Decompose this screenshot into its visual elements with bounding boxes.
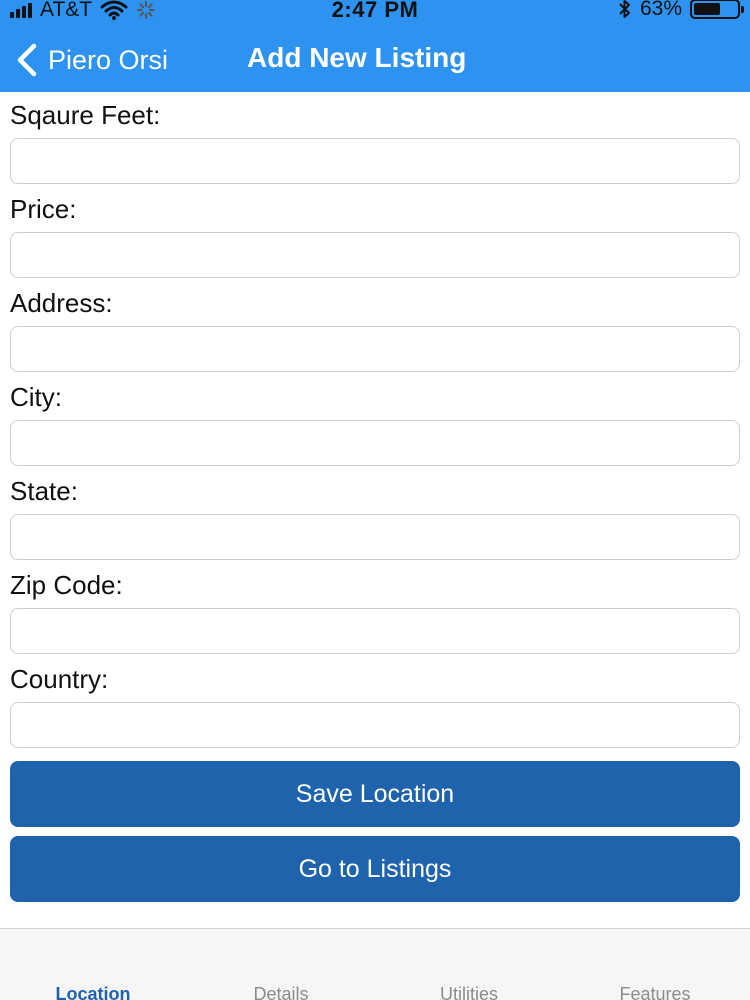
go-to-listings-button[interactable]: Go to Listings (10, 836, 740, 902)
bluetooth-icon (619, 0, 630, 18)
zip-code-label: Zip Code: (10, 570, 123, 600)
field-city: City: (10, 382, 740, 466)
battery-fill (694, 3, 720, 15)
address-input[interactable] (10, 326, 740, 372)
country-input[interactable] (10, 702, 740, 748)
status-bar: AT&T 2:47 PM 63% (0, 0, 750, 24)
zip-code-input[interactable] (10, 608, 740, 654)
status-right: 63% (618, 0, 744, 21)
field-square-feet: Sqaure Feet: (10, 100, 740, 184)
battery-percent: 63% (639, 0, 682, 20)
state-input[interactable] (10, 514, 740, 560)
header: AT&T 2:47 PM 63% Piero Orsi Add New List… (0, 0, 750, 92)
field-state: State: (10, 476, 740, 560)
chevron-left-icon (17, 43, 37, 77)
save-location-button[interactable]: Save Location (10, 761, 740, 827)
tab-details[interactable]: Details (201, 984, 361, 1000)
field-country: Country: (10, 664, 740, 748)
page-title: Add New Listing (247, 42, 467, 73)
state-label: State: (10, 476, 78, 506)
field-zip-code: Zip Code: (10, 570, 740, 654)
tab-location[interactable]: Location (13, 984, 173, 1000)
city-label: City: (10, 382, 62, 412)
square-feet-label: Sqaure Feet: (10, 100, 161, 130)
field-address: Address: (10, 288, 740, 372)
tab-features[interactable]: Features (575, 984, 735, 1000)
country-label: Country: (10, 664, 109, 694)
city-input[interactable] (10, 420, 740, 466)
tab-utilities[interactable]: Utilities (389, 984, 549, 1000)
battery-icon (690, 0, 744, 19)
listing-form: Sqaure Feet: Price: Address: City: State… (10, 100, 740, 758)
tab-bar: Location Details Utilities Features (0, 928, 750, 1000)
field-price: Price: (10, 194, 740, 278)
price-label: Price: (10, 194, 77, 224)
navigation-bar: Piero Orsi Add New Listing (0, 30, 750, 90)
back-label: Piero Orsi (48, 44, 169, 75)
price-input[interactable] (10, 232, 740, 278)
address-label: Address: (10, 288, 113, 318)
square-feet-input[interactable] (10, 138, 740, 184)
back-button[interactable]: Piero Orsi (16, 40, 168, 80)
